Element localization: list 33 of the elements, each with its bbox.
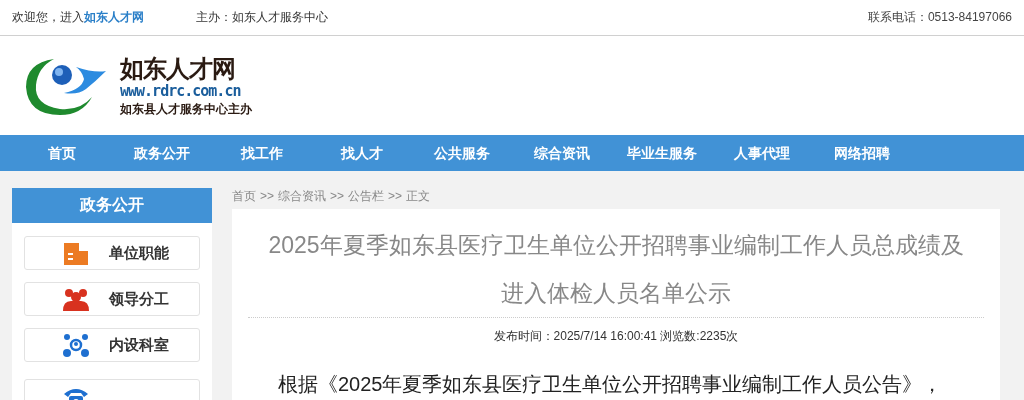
welcome-text: 欢迎您，进入 — [12, 9, 84, 26]
breadcrumb-separator: >> — [330, 189, 345, 203]
article-meta: 发布时间：2025/7/14 16:00:41 浏览数:2235次 — [492, 328, 740, 345]
logo-url: www.rdrc.com.cn — [120, 83, 242, 99]
nav-link[interactable]: 政务公开 — [112, 135, 212, 171]
nav-link[interactable]: 找人才 — [312, 135, 412, 171]
logo-title: 如东人才网 — [120, 56, 236, 81]
sidebar-item[interactable]: 领导分工 — [24, 282, 200, 316]
site-link[interactable]: 如东人才网 — [84, 9, 144, 26]
nav-link[interactable]: 公共服务 — [412, 135, 512, 171]
building-icon — [63, 241, 89, 265]
sidebar-item[interactable]: 内设科室 — [24, 328, 200, 362]
breadcrumb-link[interactable]: 综合资讯 — [278, 187, 326, 205]
breadcrumb-link[interactable]: 正文 — [406, 187, 431, 205]
breadcrumb-link[interactable]: 首页 — [232, 187, 256, 205]
people-icon — [63, 287, 89, 311]
logo-subtitle: 如东县人才服务中心主办 — [120, 102, 252, 115]
network-icon — [63, 333, 89, 357]
sidebar-title: 政务公开 — [12, 188, 212, 223]
nav-link[interactable]: 首页 — [12, 135, 112, 171]
article-title: 2025年夏季如东县医疗卫生单位公开招聘事业编制工作人员总成绩及进入体检人员名单公示 — [267, 231, 965, 308]
nav-link[interactable]: 人事代理 — [712, 135, 812, 171]
nav-link[interactable]: 网络招聘 — [812, 135, 912, 171]
article-paragraph: 根据《2025年夏季如东县医疗卫生单位公开招聘事业编制工作人员公告》， — [277, 372, 944, 397]
nav-link[interactable]: 找工作 — [212, 135, 312, 171]
breadcrumb-separator: >> — [260, 189, 274, 203]
sidebar-item[interactable]: 单位职能 — [24, 236, 200, 270]
nav-link[interactable]: 毕业生服务 — [612, 135, 712, 171]
breadcrumb-separator: >> — [388, 189, 403, 203]
host-text: 主办：如东人才服务中心 — [196, 9, 328, 26]
nav-link[interactable]: 综合资讯 — [512, 135, 612, 171]
breadcrumb-link[interactable]: 公告栏 — [348, 187, 385, 205]
phone-text: 联系电话：0513-84197066 — [867, 9, 1012, 26]
